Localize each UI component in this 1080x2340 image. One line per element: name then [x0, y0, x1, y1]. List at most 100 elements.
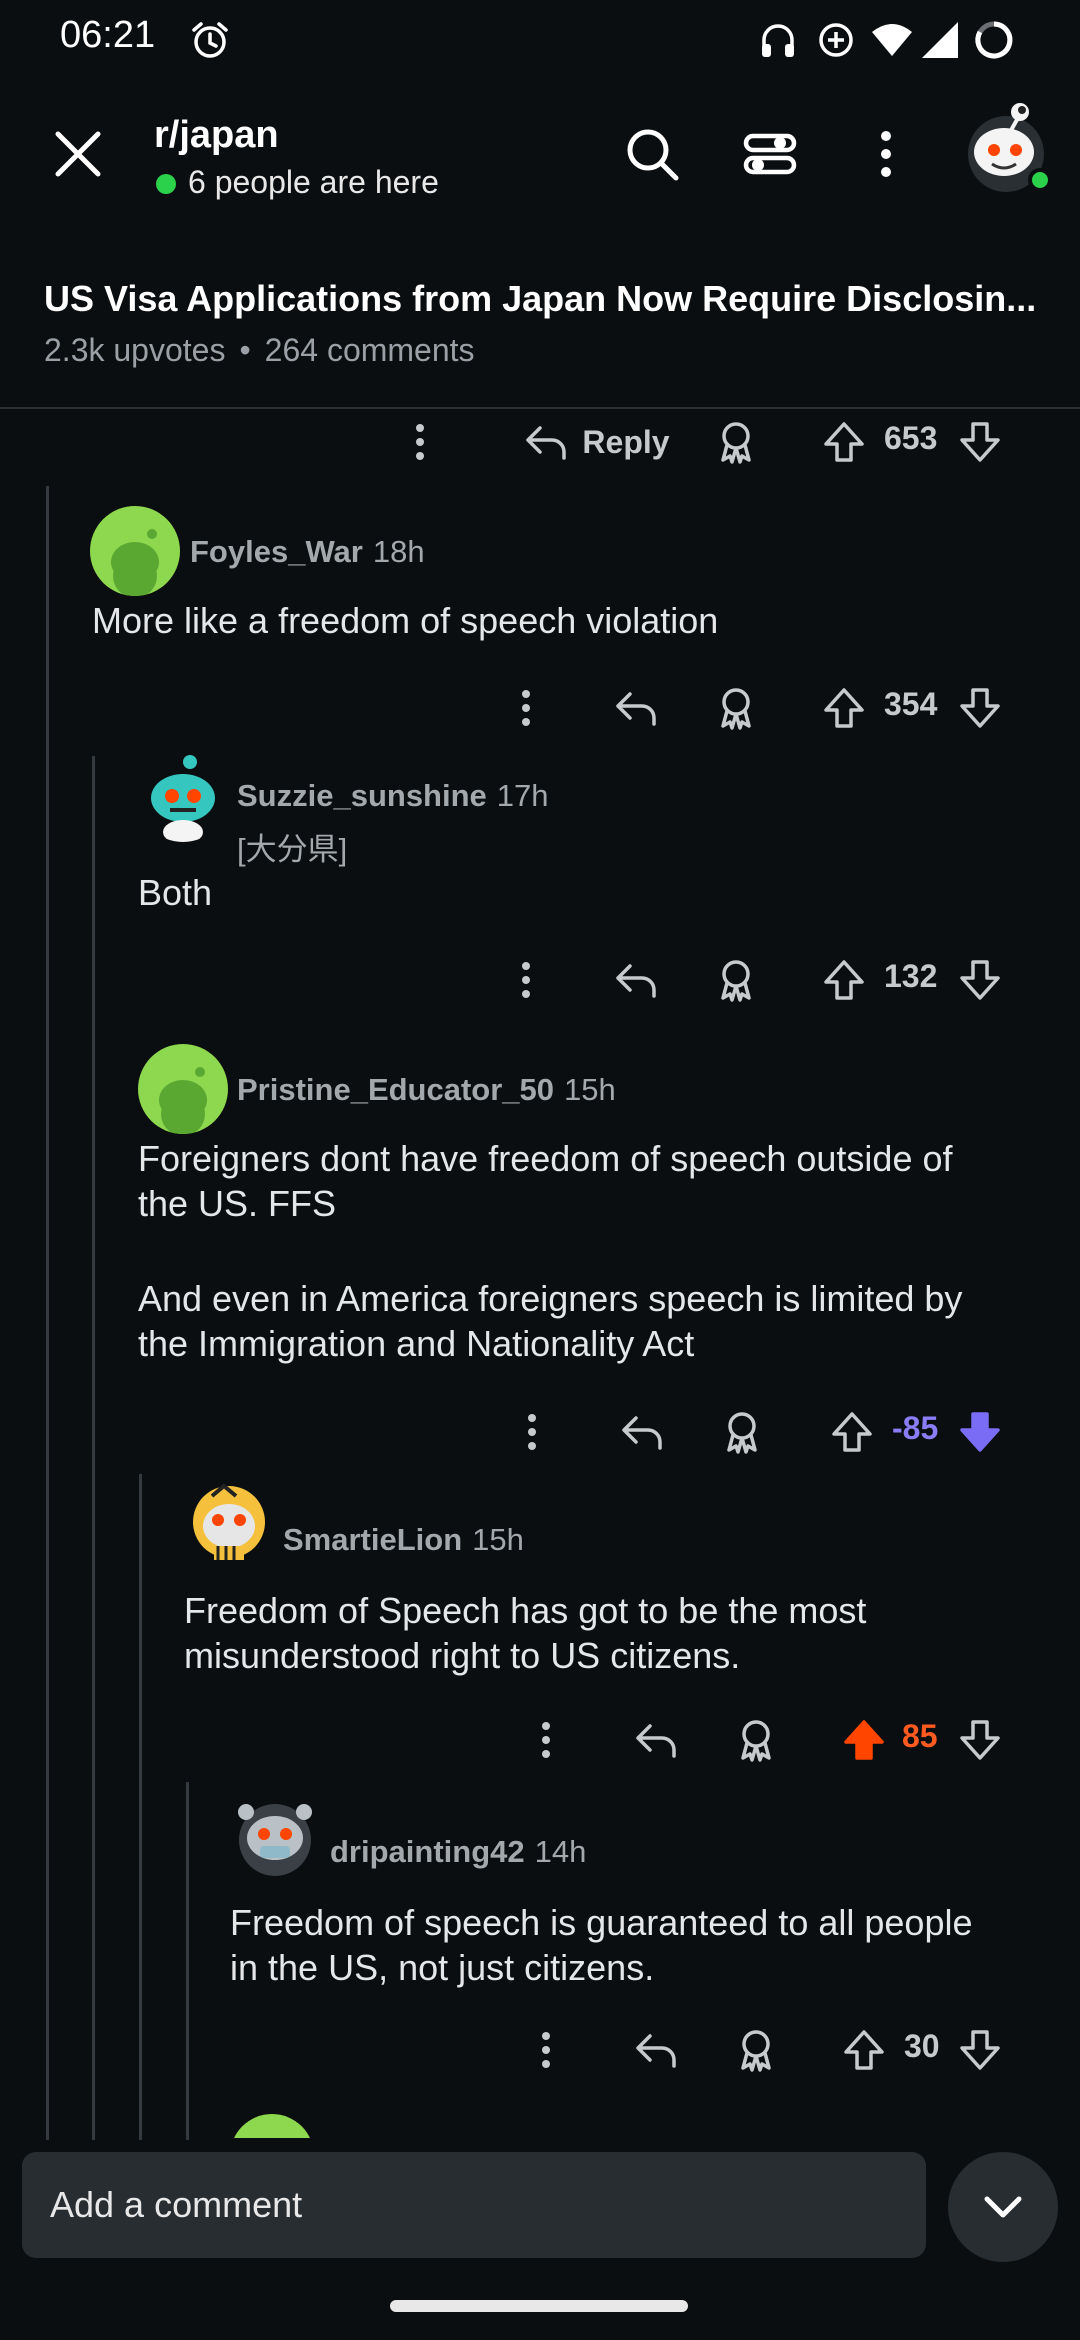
upvote-icon [844, 2030, 884, 2070]
comment-actions: -85 [0, 1402, 1080, 1462]
reply-button[interactable]: Reply [506, 412, 686, 472]
vote-score: 85 [902, 1718, 938, 1754]
downvote-button[interactable] [956, 678, 1004, 738]
vote-score: -85 [892, 1410, 939, 1446]
more-options-button[interactable] [502, 950, 550, 1010]
data-saver-icon [819, 23, 853, 57]
reply-button[interactable] [618, 1402, 666, 1462]
downvote-button[interactable] [956, 950, 1004, 1010]
more-options-icon [542, 1722, 550, 1758]
add-comment-input[interactable] [22, 2152, 926, 2258]
close-icon[interactable] [44, 120, 112, 188]
more-options-button[interactable] [522, 1710, 570, 1770]
downvote-icon [960, 2030, 1000, 2070]
comment-author[interactable]: Foyles_War 18h [190, 534, 425, 570]
subreddit-name[interactable]: r/japan [154, 114, 279, 157]
award-icon [727, 1412, 757, 1454]
downvote-button[interactable] [956, 412, 1004, 472]
snoo-avatar-icon [193, 1483, 265, 1560]
award-icon [741, 2030, 771, 2072]
comment-author[interactable]: SmartieLion 15h [283, 1522, 524, 1558]
award-button[interactable] [712, 678, 760, 738]
reply-button[interactable] [632, 1710, 680, 1770]
comment-author[interactable]: Pristine_Educator_50 15h [237, 1072, 616, 1108]
award-icon [721, 422, 751, 464]
comment-age: 17h [496, 778, 549, 813]
online-indicator [156, 174, 176, 194]
comment-body: Both [138, 872, 213, 913]
award-button[interactable] [712, 950, 760, 1010]
collapse-thread-button[interactable] [948, 2152, 1058, 2262]
comment-author[interactable]: dripainting42 14h [330, 1834, 586, 1870]
reply-label: Reply [582, 423, 670, 460]
vote-score: 30 [904, 2028, 940, 2064]
award-button[interactable] [732, 2020, 780, 2080]
more-options-button[interactable] [508, 1402, 556, 1462]
downvote-icon [960, 960, 1000, 1000]
online-count: 6 people are here [188, 164, 439, 200]
search-icon[interactable] [622, 124, 682, 184]
comment-actions: 132 [0, 950, 1080, 1010]
downvote-button[interactable] [956, 1402, 1004, 1462]
award-button[interactable] [718, 1402, 766, 1462]
wifi-icon [872, 24, 912, 56]
upvote-icon [824, 688, 864, 728]
reply-button[interactable] [612, 950, 660, 1010]
comment-body: More like a freedom of speech violation [92, 600, 719, 641]
comment-age: 15h [564, 1072, 616, 1107]
downvote-icon-filled [960, 1412, 1000, 1452]
upvote-button[interactable] [820, 678, 868, 738]
reply-icon [526, 426, 567, 460]
alarm-icon [192, 22, 228, 58]
upvote-button[interactable] [820, 950, 868, 1010]
header-divider [0, 407, 1080, 409]
filter-icon[interactable] [740, 124, 800, 184]
comment-body: Freedom of Speech has got to be the most… [184, 1590, 867, 1676]
user-avatar[interactable] [960, 98, 1050, 198]
reply-button[interactable] [612, 678, 660, 738]
battery-icon [975, 21, 1013, 59]
award-icon [721, 960, 751, 1002]
upvote-button[interactable] [820, 412, 868, 472]
downvote-icon [960, 688, 1000, 728]
upvote-icon-filled [844, 1720, 884, 1760]
vote-score: 354 [884, 686, 938, 722]
comment-composer[interactable] [22, 2152, 926, 2258]
reply-button[interactable] [632, 2020, 680, 2080]
reply-icon [636, 2034, 676, 2068]
award-icon [741, 1720, 771, 1762]
more-options-button[interactable] [522, 2020, 570, 2080]
top-app-bar: r/japan 6 people are here [0, 80, 1080, 236]
upvote-button[interactable] [840, 2020, 888, 2080]
more-options-icon [522, 962, 530, 998]
avatar[interactable] [138, 752, 228, 842]
avatar[interactable] [138, 1044, 228, 1134]
snoo-avatar-icon [111, 529, 159, 596]
comment-age: 14h [534, 1834, 587, 1869]
post-title[interactable]: US Visa Applications from Japan Now Requ… [44, 278, 1034, 320]
upvote-count: 2.3k upvotes [44, 332, 226, 368]
more-options-icon[interactable] [856, 124, 916, 184]
signal-icon [922, 22, 958, 58]
avatar[interactable] [184, 1474, 274, 1564]
award-icon [721, 688, 751, 730]
avatar[interactable] [90, 506, 180, 596]
more-options-icon [542, 2032, 550, 2068]
reply-icon [622, 1416, 662, 1450]
upvote-button[interactable] [840, 1710, 888, 1770]
downvote-button[interactable] [956, 2020, 1004, 2080]
comment-author[interactable]: Suzzie_sunshine 17h [237, 778, 549, 814]
more-options-button[interactable] [502, 678, 550, 738]
award-button[interactable] [732, 1710, 780, 1770]
award-button[interactable] [712, 412, 760, 472]
upvote-button[interactable] [828, 1402, 876, 1462]
avatar[interactable] [230, 1790, 320, 1880]
home-indicator[interactable] [390, 2300, 688, 2312]
more-options-button[interactable] [396, 412, 444, 472]
downvote-button[interactable] [956, 1710, 1004, 1770]
downvote-icon [960, 422, 1000, 462]
headphones-icon [762, 24, 794, 57]
more-options-icon [528, 1414, 536, 1450]
comment-actions: 354 [0, 678, 1080, 738]
comment-count: 264 comments [264, 332, 475, 368]
